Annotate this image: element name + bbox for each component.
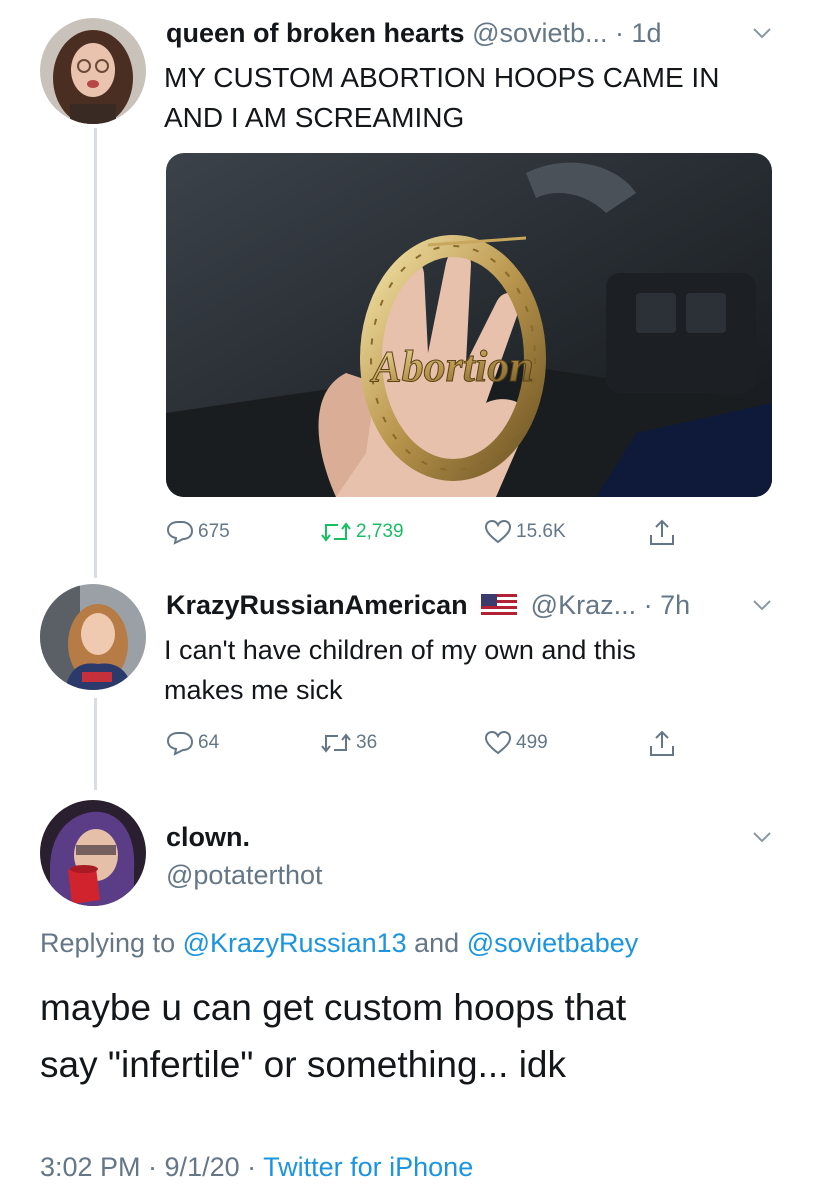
- tweet2-retweet-count: 36: [356, 732, 378, 753]
- share-icon: [650, 730, 674, 756]
- tweet2-like-count: 499: [516, 732, 548, 753]
- tweet2-text-line2: makes me sick: [164, 675, 343, 705]
- avatar-krazy[interactable]: [40, 584, 146, 690]
- tweet1-media[interactable]: Abortion: [166, 153, 772, 497]
- tweet2-share[interactable]: [648, 728, 676, 758]
- us-flag-icon: [481, 594, 518, 616]
- tweet1-like[interactable]: 15.6K: [484, 519, 566, 545]
- tweet2-handle-time[interactable]: @Kraz... · 7h: [531, 590, 690, 620]
- replying-to-label: Replying to: [40, 928, 176, 958]
- tweet1-text-line1: MY CUSTOM ABORTION HOOPS CAME IN: [164, 62, 720, 93]
- tweet2-text-line1: I can't have children of my own and this: [164, 635, 636, 665]
- tweet1-display-name[interactable]: queen of broken hearts: [166, 18, 465, 48]
- thread-line-2: [94, 698, 97, 790]
- thread-line-1: [94, 128, 97, 578]
- replying-and: and: [414, 928, 460, 958]
- avatar-clown[interactable]: [40, 800, 146, 906]
- tweet1-reply[interactable]: 675: [166, 519, 230, 545]
- tweet1-handle-time[interactable]: @sovietb... · 1d: [472, 18, 662, 48]
- hoop-nameplate-text: Abortion: [369, 342, 533, 391]
- tweet3-source[interactable]: Twitter for iPhone: [263, 1152, 473, 1182]
- tweet3-text-line2: say "infertile" or something... idk: [40, 1044, 566, 1085]
- tweet2-display-name[interactable]: KrazyRussianAmerican: [166, 590, 468, 620]
- tweet1-reply-count: 675: [198, 521, 230, 542]
- like-icon: [484, 519, 512, 544]
- tweet3-handle[interactable]: @potaterthot: [166, 860, 323, 891]
- reply-mention-soviet[interactable]: @sovietbabey: [467, 928, 639, 958]
- reply-mention-krazy[interactable]: @KrazyRussian13: [183, 928, 407, 958]
- tweet1-like-count: 15.6K: [516, 521, 566, 542]
- retweet-icon: [321, 522, 351, 542]
- tweet3-meta: 3:02 PM · 9/1/20 · Twitter for iPhone: [40, 1152, 473, 1183]
- tweet1-retweet[interactable]: 2,739: [320, 519, 404, 545]
- like-icon: [484, 730, 512, 755]
- replying-to-line: Replying to @KrazyRussian13 and @sovietb…: [40, 928, 638, 959]
- tweet2-reply[interactable]: 64: [166, 730, 219, 756]
- tweet3-display-name[interactable]: clown.: [166, 822, 250, 853]
- tweet2-like[interactable]: 499: [484, 730, 548, 756]
- tweet3-timestamp[interactable]: 3:02 PM · 9/1/20 ·: [40, 1152, 256, 1182]
- tweet3-text: maybe u can get custom hoops that say "i…: [40, 982, 626, 1091]
- chevron-down-icon[interactable]: [751, 26, 773, 40]
- avatar-queen[interactable]: [40, 18, 146, 124]
- share-icon: [650, 519, 674, 545]
- retweet-icon: [321, 733, 351, 753]
- chevron-down-icon[interactable]: [751, 598, 773, 612]
- tweet1-share[interactable]: [648, 517, 676, 547]
- tweet2-header: KrazyRussianAmerican @Kraz... · 7h: [166, 590, 690, 621]
- tweet1-retweet-count: 2,739: [356, 521, 404, 542]
- tweet2-reply-count: 64: [198, 732, 220, 753]
- tweet1-text-line2: AND I AM SCREAMING: [164, 102, 465, 133]
- reply-icon: [166, 521, 194, 545]
- chevron-down-icon[interactable]: [751, 830, 773, 844]
- reply-icon: [166, 732, 194, 756]
- tweet2-retweet[interactable]: 36: [320, 730, 377, 756]
- tweet1-header: queen of broken hearts @sovietb... · 1d: [166, 18, 662, 49]
- tweet1-text: MY CUSTOM ABORTION HOOPS CAME IN AND I A…: [164, 58, 719, 138]
- tweet2-text: I can't have children of my own and this…: [164, 630, 636, 710]
- tweet3-text-line1: maybe u can get custom hoops that: [40, 987, 627, 1028]
